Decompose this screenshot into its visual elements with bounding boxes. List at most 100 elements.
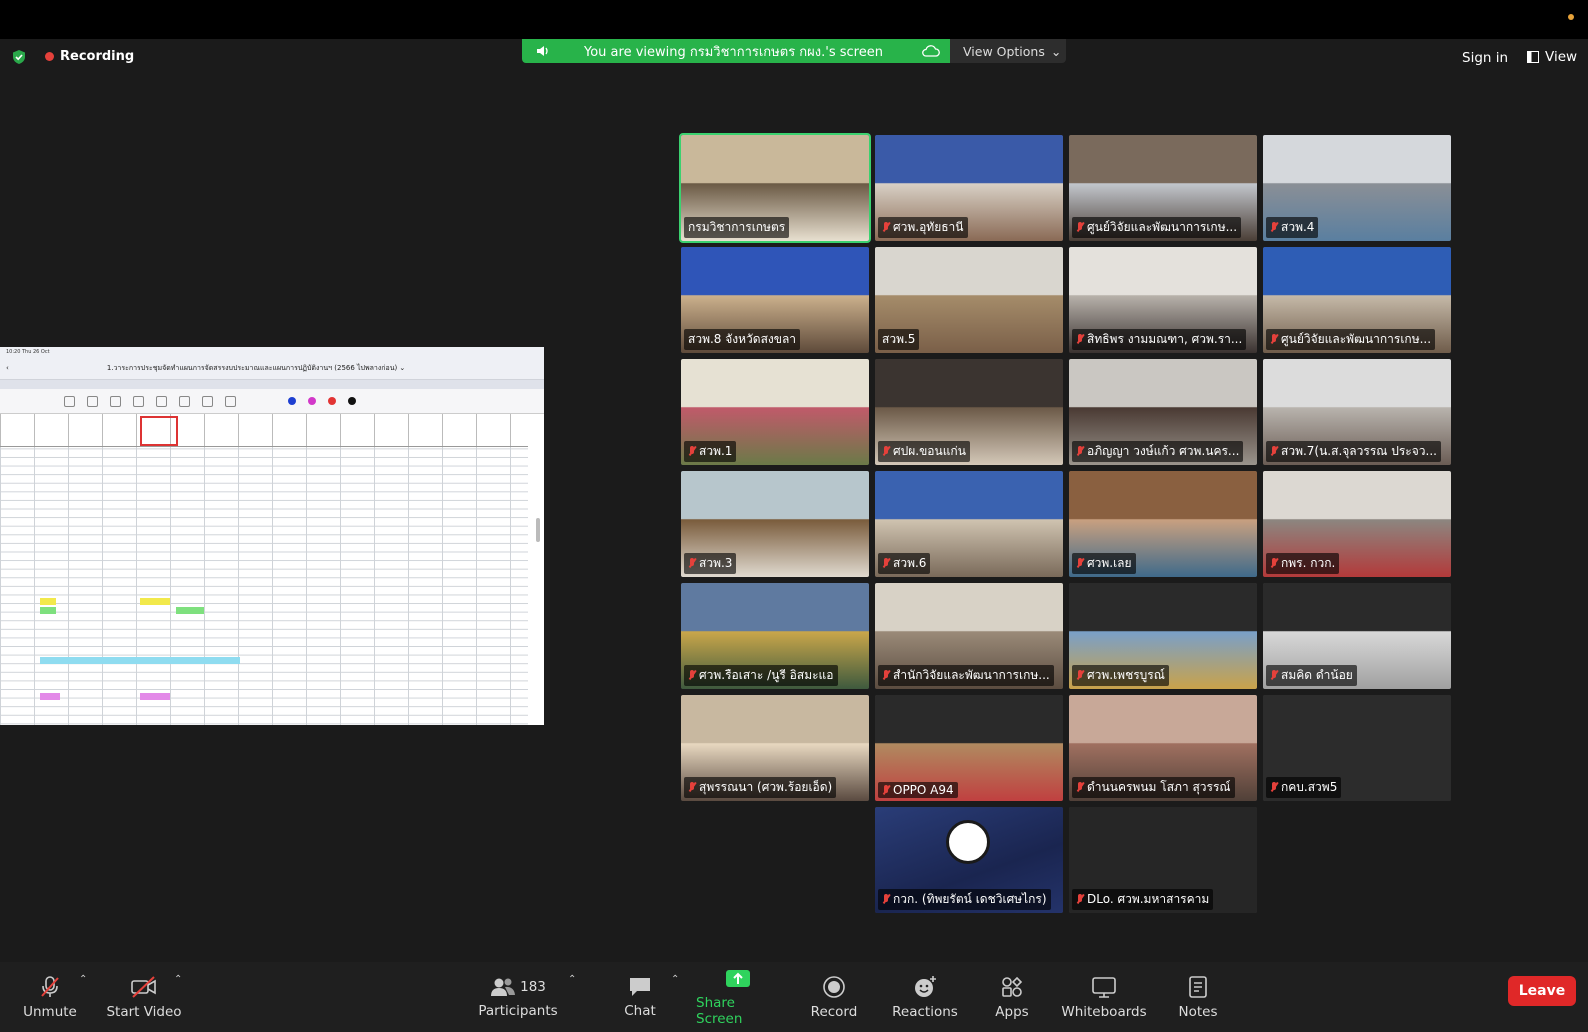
encryption-shield-icon[interactable]: [11, 49, 27, 65]
record-icon: [823, 975, 845, 998]
recording-indicator[interactable]: Recording: [45, 49, 134, 64]
participant-name: DLo. ศวพ.มหาสารคาม: [1087, 892, 1210, 906]
participant-name: OPPO A94: [893, 783, 954, 797]
participant-tile[interactable]: สวพ.6: [875, 471, 1063, 577]
whiteboards-label: Whiteboards: [1061, 1003, 1147, 1020]
whiteboards-button[interactable]: Whiteboards: [1060, 962, 1148, 1032]
participant-name: ศวพ.เพชรบูรณ์: [1087, 668, 1165, 682]
participant-tile[interactable]: สุพรรณนา (ศวพ.ร้อยเอ็ด): [681, 695, 869, 801]
participant-tile[interactable]: OPPO A94: [875, 695, 1063, 801]
participant-name: สวพ.8 จังหวัดสงขลา: [688, 332, 797, 346]
participant-tile[interactable]: กคบ.สวพ5: [1263, 695, 1451, 801]
participant-name-label: กพร. กวก.: [1266, 553, 1340, 574]
shared-doc-titlebar: ‹ 1.วาระการประชุมจัดทำแผนการจัดสรรงบประม…: [0, 357, 544, 380]
notes-label: Notes: [1178, 1003, 1218, 1020]
participant-name-label: ดำนนครพนม โสภา สุวรรณ์: [1072, 777, 1235, 798]
shared-screen[interactable]: 10:20 Thu 26 Oct ‹ 1.วาระการประชุมจัดทำแ…: [0, 347, 544, 725]
participant-name: กวก. (ทิพยรัตน์ เดชวิเศษไกร): [893, 892, 1047, 906]
participant-name-label: กวก. (ทิพยรัตน์ เดชวิเศษไกร): [878, 889, 1051, 910]
apps-button[interactable]: Apps: [990, 962, 1034, 1032]
green-highlight: [176, 607, 204, 614]
black-color-icon: [348, 397, 356, 405]
view-options-button[interactable]: View Options ⌄: [950, 39, 1066, 63]
share-screen-button[interactable]: Share Screen: [696, 962, 780, 1032]
chat-caret-icon[interactable]: ⌃: [671, 974, 679, 985]
view-layout-icon: [1527, 51, 1539, 63]
muted-mic-icon: [1076, 894, 1084, 905]
lasso-tool-icon: [179, 395, 190, 407]
participant-tile[interactable]: กวก. (ทิพยรัตน์ เดชวิเศษไกร): [875, 807, 1063, 913]
viewing-banner: You are viewing กรมวิชาการเกษตร กผง.'s s…: [522, 39, 950, 63]
participant-tile[interactable]: ศวพ.เลย: [1069, 471, 1257, 577]
participant-tile[interactable]: ศวพ.อุทัยธานี: [875, 135, 1063, 241]
chat-button[interactable]: Chat: [618, 962, 662, 1032]
highlighter-tool-icon: [133, 395, 144, 407]
participant-name-label: DLo. ศวพ.มหาสารคาม: [1072, 889, 1214, 910]
record-label: Record: [810, 1003, 858, 1020]
notes-button[interactable]: Notes: [1174, 962, 1222, 1032]
apps-icon: [1002, 976, 1023, 997]
participant-tile[interactable]: สำนักวิจัยและพัฒนาการเกษ...: [875, 583, 1063, 689]
participants-button[interactable]: 183 Participants: [478, 962, 558, 1032]
start-video-button[interactable]: Start Video: [106, 962, 182, 1032]
participant-tile[interactable]: ศูนย์วิจัยและพัฒนาการเกษ...: [1263, 247, 1451, 353]
muted-mic-icon: [1270, 670, 1278, 681]
participant-name-label: สวพ.6: [878, 553, 931, 574]
participant-name: ศูนย์วิจัยและพัฒนาการเกษ...: [1087, 220, 1238, 234]
muted-mic-icon: [688, 670, 696, 681]
muted-mic-icon: [1270, 782, 1278, 793]
muted-mic-icon: [688, 446, 696, 457]
participant-tile[interactable]: ดำนนครพนม โสภา สุวรรณ์: [1069, 695, 1257, 801]
participant-name: สวพ.3: [699, 556, 733, 570]
whiteboard-icon: [1092, 976, 1116, 998]
record-button[interactable]: Record: [808, 962, 860, 1032]
text-tool-icon: [225, 395, 236, 407]
participant-tile[interactable]: อภิญญา วงษ์แก้ว ศวพ.นคร...: [1069, 359, 1257, 465]
participant-name-label: ศปผ.ขอนแก่น: [878, 441, 970, 462]
top-black-bar: [0, 0, 1588, 39]
muted-mic-icon: [1076, 334, 1084, 345]
audio-options-caret-icon[interactable]: ⌃: [79, 974, 87, 985]
unmute-button[interactable]: Unmute: [23, 962, 77, 1032]
muted-mic-icon: [1076, 222, 1084, 233]
participant-tile[interactable]: ศูนย์วิจัยและพัฒนาการเกษ...: [1069, 135, 1257, 241]
participant-tile[interactable]: ศปผ.ขอนแก่น: [875, 359, 1063, 465]
participant-tile[interactable]: ศวพ.รือเสาะ /นูรี อิสมะแอ: [681, 583, 869, 689]
speaker-icon[interactable]: [534, 45, 552, 57]
participant-name: สวพ.1: [699, 444, 733, 458]
meeting-toolbar: Unmute ⌃ Start Video ⌃ 183 Participants …: [0, 962, 1588, 1032]
participant-tile[interactable]: สวพ.4: [1263, 135, 1451, 241]
resize-handle[interactable]: [536, 518, 540, 542]
reactions-button[interactable]: Reactions: [890, 962, 960, 1032]
participants-count: 183: [520, 978, 546, 995]
participant-name: สิทธิพร งามมณฑา, ศวพ.รา...: [1087, 332, 1243, 346]
annotation-toolbar: [0, 389, 544, 414]
participant-name-label: อภิญญา วงษ์แก้ว ศวพ.นคร...: [1072, 441, 1244, 462]
participant-tile[interactable]: DLo. ศวพ.มหาสารคาม: [1069, 807, 1257, 913]
participant-name-label: ศูนย์วิจัยและพัฒนาการเกษ...: [1072, 217, 1242, 238]
notes-icon: [1189, 975, 1207, 998]
participant-tile[interactable]: สวพ.1: [681, 359, 869, 465]
participant-tile[interactable]: กรมวิชาการเกษตร: [679, 133, 871, 243]
participant-tile[interactable]: สมคิด ดำน้อย: [1263, 583, 1451, 689]
muted-mic-icon: [1076, 670, 1084, 681]
participant-tile[interactable]: สวพ.5: [875, 247, 1063, 353]
view-button[interactable]: View: [1527, 49, 1577, 65]
participant-tile[interactable]: กพร. กวก.: [1263, 471, 1451, 577]
participant-tile[interactable]: สวพ.8 จังหวัดสงขลา: [681, 247, 869, 353]
video-options-caret-icon[interactable]: ⌃: [174, 974, 182, 985]
leave-button[interactable]: Leave: [1508, 976, 1576, 1006]
participant-tile[interactable]: สิทธิพร งามมณฑา, ศวพ.รา...: [1069, 247, 1257, 353]
muted-mic-icon: [1270, 222, 1278, 233]
participant-tile[interactable]: สวพ.3: [681, 471, 869, 577]
participant-name: สวพ.4: [1281, 220, 1315, 234]
participant-tile[interactable]: สวพ.7(น.ส.จุลวรรณ ประจว...: [1263, 359, 1451, 465]
shared-doc-tabs: [0, 380, 544, 389]
viewing-text: You are viewing กรมวิชาการเกษตร กผง.'s s…: [584, 44, 883, 60]
participant-tile[interactable]: ศวพ.เพชรบูรณ์: [1069, 583, 1257, 689]
participants-caret-icon[interactable]: ⌃: [568, 974, 576, 985]
muted-mic-icon: [882, 784, 890, 796]
sign-in-button[interactable]: Sign in: [1462, 50, 1508, 66]
back-icon: ‹: [6, 364, 9, 372]
participant-name-label: ศวพ.เลย: [1072, 553, 1136, 574]
